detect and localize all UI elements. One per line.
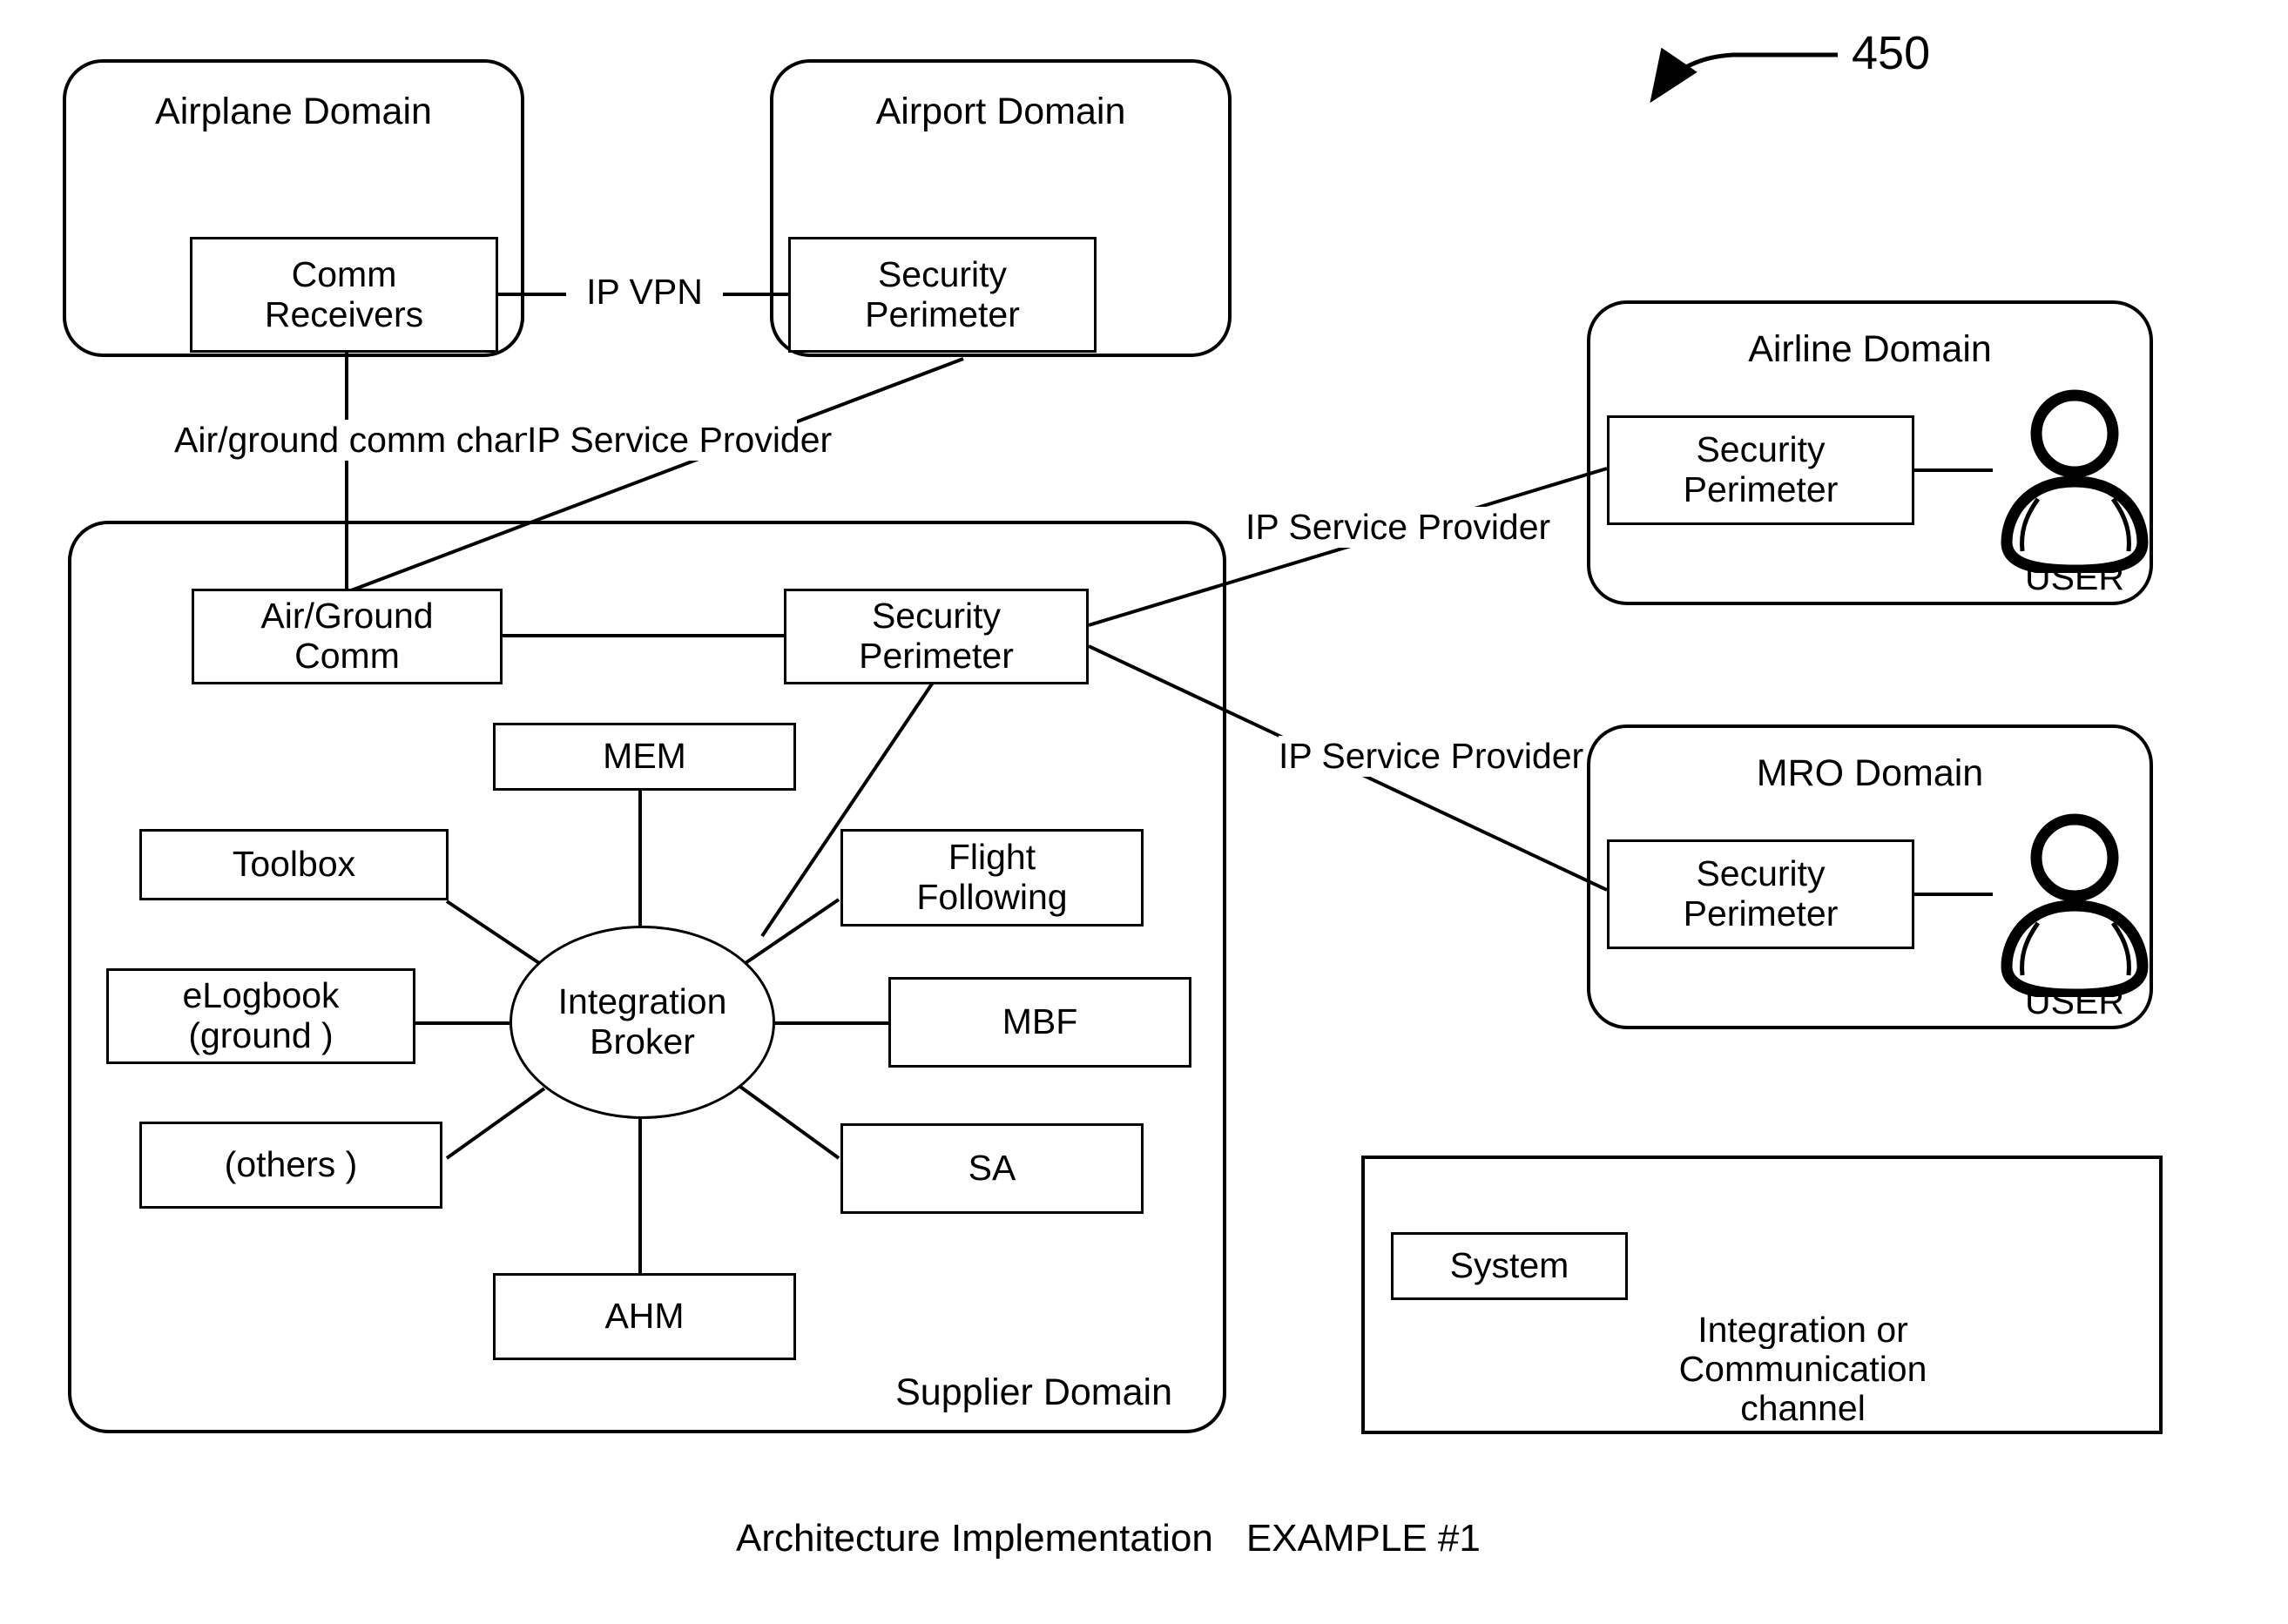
mro-user-label: USER <box>2025 981 2124 1021</box>
mem-label: MEM <box>603 736 686 777</box>
airline-sp-line1: Security <box>1696 429 1826 470</box>
mro-security-perimeter-system[interactable]: Security Perimeter <box>1607 839 1914 949</box>
ahm-system[interactable]: AHM <box>493 1273 796 1360</box>
isp-mro-label: IP Service Provider <box>1279 736 1583 778</box>
isp-airport-label: IP Service Provider <box>527 420 832 462</box>
key-channel-line2: Communication <box>1673 1349 1933 1390</box>
integration-broker-hub[interactable]: Integration Broker <box>510 926 775 1119</box>
user-person-icon <box>2001 813 2149 997</box>
diagram-canvas: 450 Airplane Domain Comm Receivers Airpo… <box>0 0 2288 1624</box>
comm-receivers-system[interactable]: Comm Receivers <box>190 237 498 353</box>
flight-following-line2: Following <box>916 877 1068 917</box>
key-channel-label: Integration or Communication channel <box>1568 1310 2038 1429</box>
key-channel-line1: Integration or <box>1697 1310 1908 1350</box>
isp-airport-line1: IP Service <box>527 420 690 460</box>
key-system-sample: System <box>1391 1232 1628 1300</box>
agc-line2: Comm <box>294 636 400 676</box>
airport-sp-line1: Security <box>877 253 1008 294</box>
flight-following-system[interactable]: Flight Following <box>840 829 1144 927</box>
comm-receivers-line2: Receivers <box>264 293 424 334</box>
ahm-label: AHM <box>604 1296 685 1337</box>
ip-vpn-label: IP VPN <box>566 272 723 313</box>
isp-airline-line1: IP Service <box>1245 507 1408 547</box>
isp-airline-label: IP Service Provider <box>1245 507 1550 549</box>
mro-sp-line2: Perimeter <box>1683 893 1839 933</box>
others-system[interactable]: (others ) <box>139 1122 442 1209</box>
supplier-sp-line1: Security <box>871 596 1002 637</box>
agcc-line1: Air/ground <box>174 420 340 460</box>
isp-airline-line2: Provider <box>1417 507 1551 547</box>
comm-receivers-line1: Comm <box>291 253 397 294</box>
air-ground-comm-channels-label: Air/ground comm channels <box>174 420 599 462</box>
supplier-sp-line2: Perimeter <box>859 636 1014 676</box>
airport-sp-line2: Perimeter <box>865 293 1020 334</box>
toolbox-label: Toolbox <box>232 844 356 885</box>
figure-caption: Architecture Implementation EXAMPLE #1 <box>736 1517 1481 1560</box>
airport-domain-title: Airport Domain <box>875 91 1126 132</box>
mem-system[interactable]: MEM <box>493 723 796 791</box>
user-person-icon <box>2001 389 2149 573</box>
sa-system[interactable]: SA <box>840 1123 1144 1214</box>
mro-sp-line1: Security <box>1696 853 1826 894</box>
air-ground-comm-system[interactable]: Air/Ground Comm <box>192 589 503 684</box>
supplier-domain-title: Supplier Domain <box>895 1371 1172 1413</box>
mbf-system[interactable]: MBF <box>888 977 1191 1068</box>
sa-label: SA <box>968 1148 1016 1189</box>
caption-main: Architecture Implementation <box>736 1517 1213 1560</box>
airplane-domain-title: Airplane Domain <box>155 91 432 132</box>
caption-example: EXAMPLE #1 <box>1245 1517 1481 1560</box>
key-channel-line3: channel <box>1740 1388 1866 1429</box>
supplier-security-perimeter-system[interactable]: Security Perimeter <box>784 589 1089 684</box>
elogbook-line2: (ground ) <box>188 1015 334 1055</box>
isp-mro-line1: IP Service <box>1279 736 1441 776</box>
elogbook-line1: eLogbook <box>182 975 340 1016</box>
toolbox-system[interactable]: Toolbox <box>139 829 449 900</box>
mbf-label: MBF <box>1002 1001 1078 1042</box>
figure-reference-numeral: 450 <box>1852 27 1931 79</box>
airport-security-perimeter-system[interactable]: Security Perimeter <box>788 237 1097 353</box>
broker-line1: Integration <box>557 981 727 1022</box>
key-system-label: System <box>1449 1245 1569 1286</box>
agc-line1: Air/Ground <box>260 596 434 637</box>
airline-security-perimeter-system[interactable]: Security Perimeter <box>1607 415 1914 525</box>
isp-airport-line2: Provider <box>699 420 833 460</box>
flight-following-line1: Flight <box>948 837 1036 878</box>
others-label: (others ) <box>224 1144 358 1185</box>
airline-domain-title: Airline Domain <box>1748 328 1992 370</box>
broker-line2: Broker <box>590 1021 695 1061</box>
airline-user-label: USER <box>2025 557 2124 597</box>
elogbook-system[interactable]: eLogbook (ground ) <box>106 968 415 1064</box>
airline-sp-line2: Perimeter <box>1683 469 1839 509</box>
mro-domain-title: MRO Domain <box>1756 752 1984 794</box>
isp-mro-line2: Provider <box>1450 736 1584 776</box>
figure-ref-leader <box>1650 47 1838 104</box>
